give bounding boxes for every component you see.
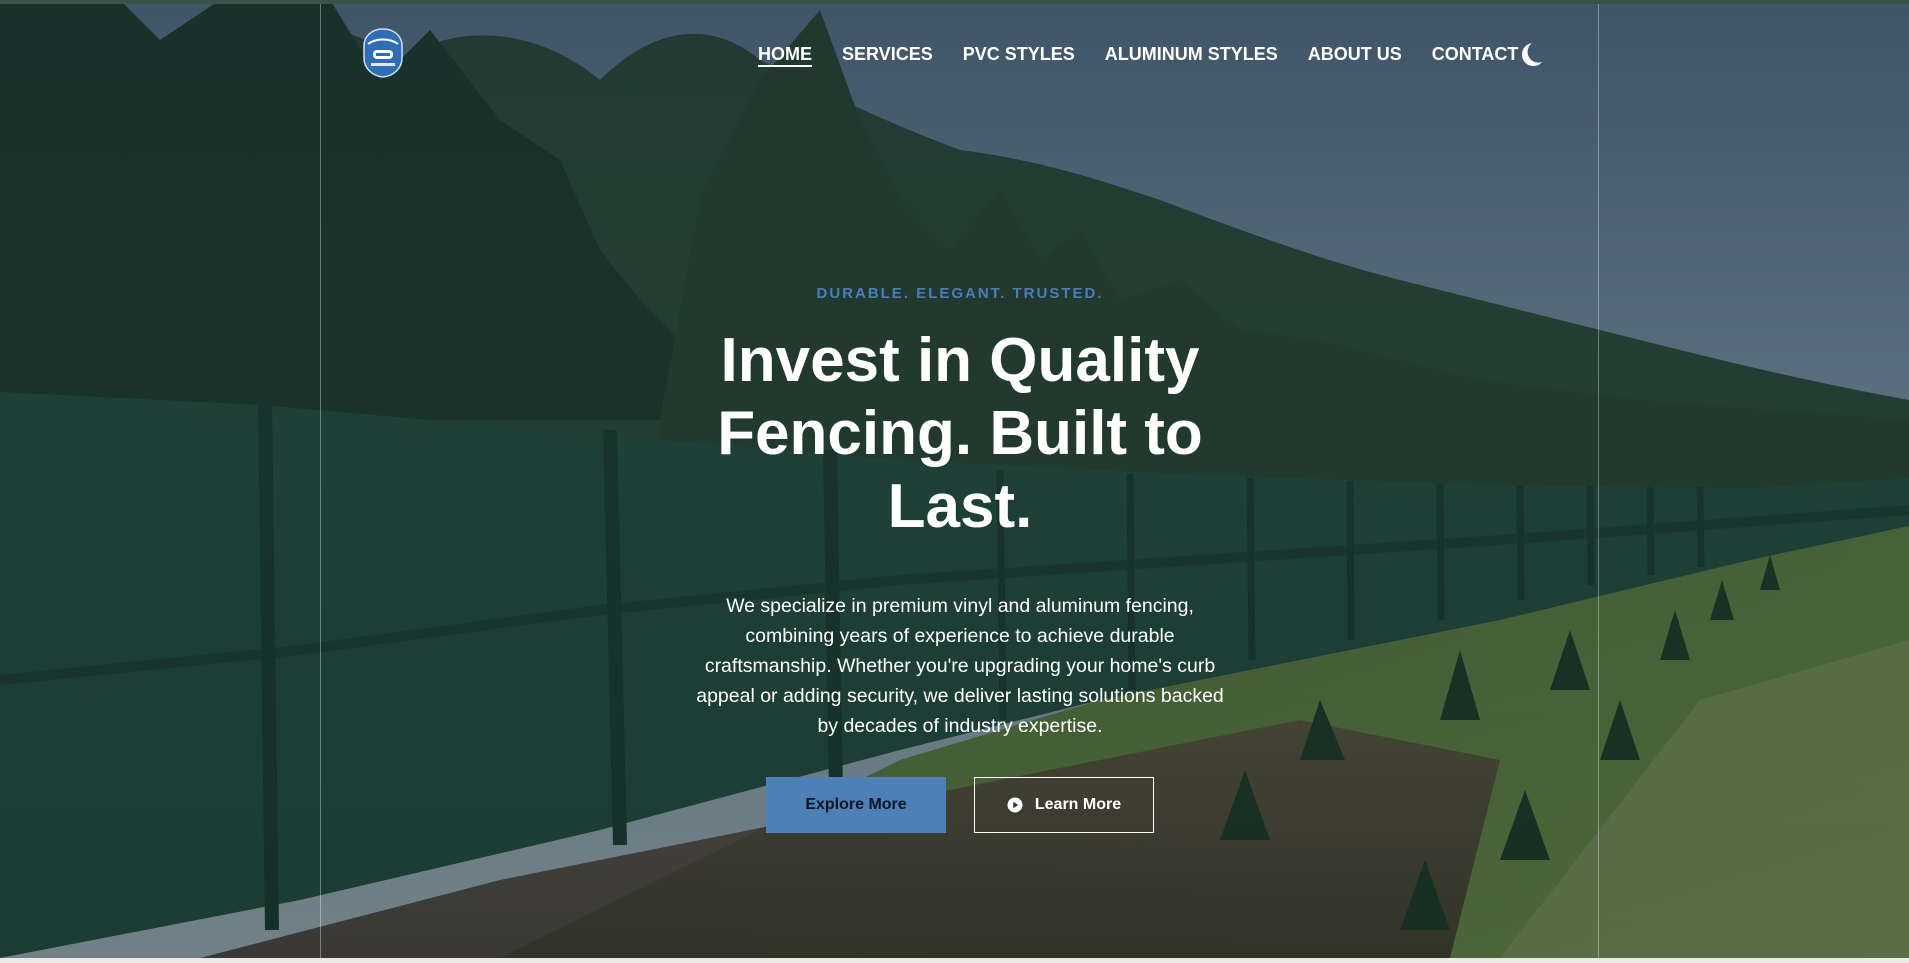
nav-home[interactable]: HOME [758, 44, 812, 65]
left-guide-line [320, 4, 321, 958]
hero-tagline: DURABLE. ELEGANT. TRUSTED. [816, 285, 1104, 302]
learn-more-label: Learn More [1034, 796, 1122, 813]
headline-line-2: Fencing. Built to [717, 399, 1203, 468]
intro-line-1: We specialize in premium vinyl and alumi… [726, 595, 1194, 617]
intro-line-3: craftsmanship. Whether you're upgrading … [704, 655, 1216, 677]
hero-content: DURABLE. ELEGANT. TRUSTED. Invest in Qua… [660, 280, 1260, 741]
hero-headline: Invest in Quality Fencing. Built to Last… [660, 324, 1260, 543]
right-guide-line [1598, 4, 1599, 958]
moon-icon[interactable] [1516, 40, 1544, 68]
headline-line-1: Invest in Quality [720, 326, 1200, 395]
intro-line-2: combining years of experience to achieve… [745, 625, 1175, 647]
nav-services[interactable]: SERVICES [842, 44, 933, 65]
nav-about-us[interactable]: ABOUT US [1308, 44, 1402, 65]
nav-pvc-styles[interactable]: PVC STYLES [963, 44, 1075, 65]
headline-line-3: Last. [887, 472, 1033, 541]
signature-sfp-products-badge-icon[interactable] [362, 28, 404, 78]
learn-more-button[interactable]: Learn More [974, 777, 1154, 833]
bottom-edge [0, 958, 1909, 963]
main-nav: HOME SERVICES PVC STYLES ALUMINUM STYLES… [758, 42, 1548, 66]
hero-buttons: Explore More Learn More [766, 777, 1166, 833]
explore-more-button[interactable]: Explore More [766, 777, 946, 833]
play-circle-icon [1007, 797, 1023, 813]
top-edge [0, 0, 1909, 4]
hero-intro: We specialize in premium vinyl and alumi… [680, 591, 1240, 741]
intro-line-4: appeal or adding security, we deliver la… [696, 685, 1224, 707]
intro-line-5: by decades of industry expertise. [817, 715, 1103, 737]
explore-more-label: Explore More [805, 796, 907, 813]
nav-contact[interactable]: CONTACT [1432, 44, 1519, 65]
nav-aluminum-styles[interactable]: ALUMINUM STYLES [1105, 44, 1278, 65]
